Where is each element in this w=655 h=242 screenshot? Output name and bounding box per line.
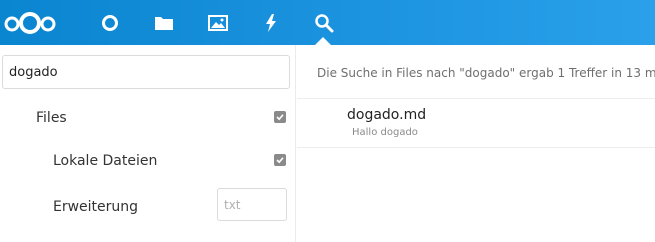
nextcloud-logo-icon[interactable]	[2, 0, 58, 45]
filter-files-label: Files	[36, 110, 67, 126]
filter-lokale-dateien-label: Lokale Dateien	[53, 153, 158, 169]
filter-erweiterung-label: Erweiterung	[53, 199, 139, 215]
filter-files: Files	[0, 100, 296, 136]
divider	[297, 147, 655, 148]
result-title[interactable]: dogado.md	[347, 107, 426, 123]
search-summary: Die Suche in Files nach "dogado" ergab 1…	[317, 66, 655, 80]
result-snippet: Hallo dogado	[352, 127, 418, 138]
files-folder-icon[interactable]	[152, 0, 176, 45]
active-app-indicator	[315, 37, 331, 45]
dashboard-circle-icon[interactable]	[98, 0, 122, 45]
activity-lightning-icon[interactable]	[261, 0, 281, 45]
filter-files-checkbox[interactable]	[274, 111, 286, 123]
search-results-panel: Die Suche in Files nach "dogado" ergab 1…	[297, 45, 655, 242]
top-navigation-bar	[0, 0, 655, 45]
extension-input[interactable]	[217, 188, 287, 221]
search-input[interactable]	[2, 55, 290, 89]
filter-lokale-dateien-checkbox[interactable]	[274, 154, 286, 166]
filter-lokale-dateien: Lokale Dateien	[0, 143, 296, 179]
divider	[297, 98, 655, 99]
photos-image-icon[interactable]	[206, 0, 230, 45]
search-sidebar: Files Lokale Dateien Erweiterung	[0, 45, 296, 242]
